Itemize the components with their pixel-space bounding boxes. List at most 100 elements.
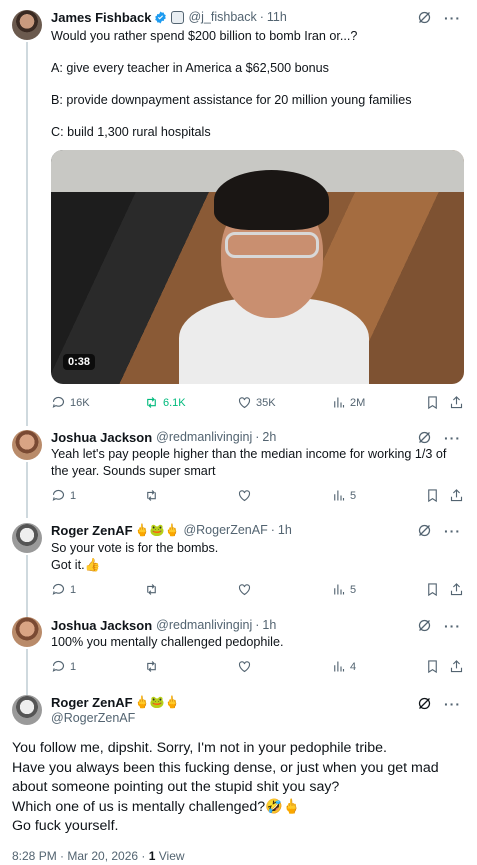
share-icon: [450, 489, 463, 502]
grok-icon[interactable]: [417, 10, 432, 25]
post-text: Yeah let's pay people higher than the me…: [51, 446, 461, 480]
repost-button[interactable]: [144, 488, 159, 503]
views-button[interactable]: 5: [331, 488, 356, 503]
repost-icon: [147, 661, 156, 672]
bookmark-button[interactable]: [425, 395, 440, 410]
more-options-icon[interactable]: ···: [444, 11, 461, 25]
avatar[interactable]: [12, 523, 42, 553]
avatar[interactable]: [12, 695, 42, 725]
post-top-icons: ···: [417, 10, 461, 25]
reply-post[interactable]: Roger ZenAF 🖕🐸🖕 @RogerZenAF · 1h ··· So …: [0, 518, 477, 618]
repost-button[interactable]: [144, 582, 159, 597]
share-button[interactable]: [449, 395, 464, 410]
like-button[interactable]: [237, 488, 252, 503]
more-options-icon[interactable]: ···: [444, 524, 461, 538]
post-handle-row: @RogerZenAF: [51, 709, 135, 727]
author-handle[interactable]: @RogerZenAF: [183, 523, 267, 537]
grok-icon[interactable]: [417, 696, 432, 711]
avatar[interactable]: [12, 617, 42, 647]
reply-button[interactable]: 1: [51, 659, 76, 674]
post-line: B: provide downpayment assistance for 20…: [51, 93, 412, 107]
share-button[interactable]: [449, 659, 464, 674]
post-line: Have you always been this fucking dense,…: [12, 759, 443, 796]
post-time[interactable]: 2h: [262, 430, 276, 444]
views-button[interactable]: 4: [331, 659, 356, 674]
main-post[interactable]: James Fishback @j_fishback · 11h ··· Wou…: [0, 0, 477, 426]
bookmark-icon: [428, 660, 437, 674]
affiliate-badge-icon: [171, 10, 185, 24]
view-label: View: [158, 849, 185, 863]
reply-post[interactable]: Joshua Jackson @redmanlivinginj · 1h ···…: [0, 612, 477, 699]
post-line: You follow me, dipshit. Sorry, I'm not i…: [12, 740, 387, 756]
post-text: 100% you mentally challenged pedophile.: [51, 634, 461, 651]
post-line: Got it.👍: [51, 558, 101, 572]
grok-icon[interactable]: [417, 618, 432, 633]
author-handle[interactable]: @RogerZenAF: [51, 711, 135, 725]
post-header: Joshua Jackson @redmanlivinginj · 1h: [51, 616, 276, 634]
reply-icon: [52, 660, 65, 672]
views-button[interactable]: 5: [331, 582, 356, 597]
post-time[interactable]: 1h: [262, 618, 276, 632]
avatar[interactable]: [12, 430, 42, 460]
views-button[interactable]: 2M: [331, 395, 365, 410]
repost-icon: [147, 584, 156, 595]
share-button[interactable]: [449, 582, 464, 597]
author-name[interactable]: Joshua Jackson: [51, 430, 152, 445]
reply-post[interactable]: Joshua Jackson @redmanlivinginj · 2h ···…: [0, 424, 477, 518]
views-chart-icon: [334, 661, 345, 672]
post-line: Which one of us is mentally challenged?🤣…: [12, 798, 301, 815]
reply-button[interactable]: 1: [51, 488, 76, 503]
author-handle[interactable]: @j_fishback: [188, 10, 256, 24]
bookmark-button[interactable]: [425, 659, 440, 674]
post-text: So your vote is for the bombs. Got it.👍: [51, 540, 461, 574]
author-name[interactable]: Roger ZenAF: [51, 523, 133, 538]
repost-button[interactable]: 6.1K: [144, 395, 186, 410]
author-name[interactable]: Joshua Jackson: [51, 618, 152, 633]
like-count: 35K: [256, 396, 276, 409]
grok-icon[interactable]: [417, 523, 432, 538]
post-time[interactable]: 11h: [267, 10, 287, 24]
post-time[interactable]: 1h: [278, 523, 292, 537]
post-line: Would you rather spend $200 billion to b…: [51, 29, 358, 43]
like-button[interactable]: 35K: [237, 395, 276, 410]
author-handle[interactable]: @redmanlivinginj: [156, 430, 252, 444]
more-options-icon[interactable]: ···: [444, 431, 461, 445]
views-count: 5: [350, 583, 357, 596]
action-bar: 16K 6.1K 35K 2M: [51, 395, 464, 413]
action-bar: 1 5: [51, 488, 464, 506]
views-count: 4: [350, 660, 357, 673]
post-timestamp[interactable]: 8:28 PM · Mar 20, 2026 ·: [12, 849, 149, 863]
avatar[interactable]: [12, 10, 42, 40]
repost-count: 6.1K: [163, 396, 186, 409]
heart-icon: [238, 490, 251, 502]
heart-icon: [238, 661, 251, 673]
like-button[interactable]: [237, 582, 252, 597]
reply-icon: [52, 396, 65, 408]
reply-icon: [52, 583, 65, 595]
views-chart-icon: [334, 584, 345, 595]
repost-icon: [147, 490, 156, 501]
name-emojis: 🖕🐸🖕: [134, 523, 180, 537]
reply-count: 1: [70, 583, 77, 596]
reply-button[interactable]: 16K: [51, 395, 90, 410]
repost-button[interactable]: [144, 659, 159, 674]
author-name[interactable]: Roger ZenAF: [51, 695, 133, 710]
heart-icon: [238, 397, 251, 409]
bookmark-icon: [428, 396, 437, 410]
video-player[interactable]: 0:38: [51, 150, 464, 384]
separator-dot: ·: [270, 523, 275, 537]
more-options-icon[interactable]: ···: [444, 619, 461, 633]
share-icon: [450, 583, 463, 596]
reply-button[interactable]: 1: [51, 582, 76, 597]
bookmark-button[interactable]: [425, 488, 440, 503]
post-header: James Fishback @j_fishback · 11h: [51, 8, 287, 26]
author-handle[interactable]: @redmanlivinginj: [156, 618, 252, 632]
share-button[interactable]: [449, 488, 464, 503]
video-duration: 0:38: [63, 354, 96, 370]
grok-icon[interactable]: [417, 430, 432, 445]
thread-line: [26, 462, 28, 518]
bookmark-button[interactable]: [425, 582, 440, 597]
like-button[interactable]: [237, 659, 252, 674]
more-options-icon[interactable]: ···: [444, 697, 461, 711]
author-name[interactable]: James Fishback: [51, 10, 151, 25]
